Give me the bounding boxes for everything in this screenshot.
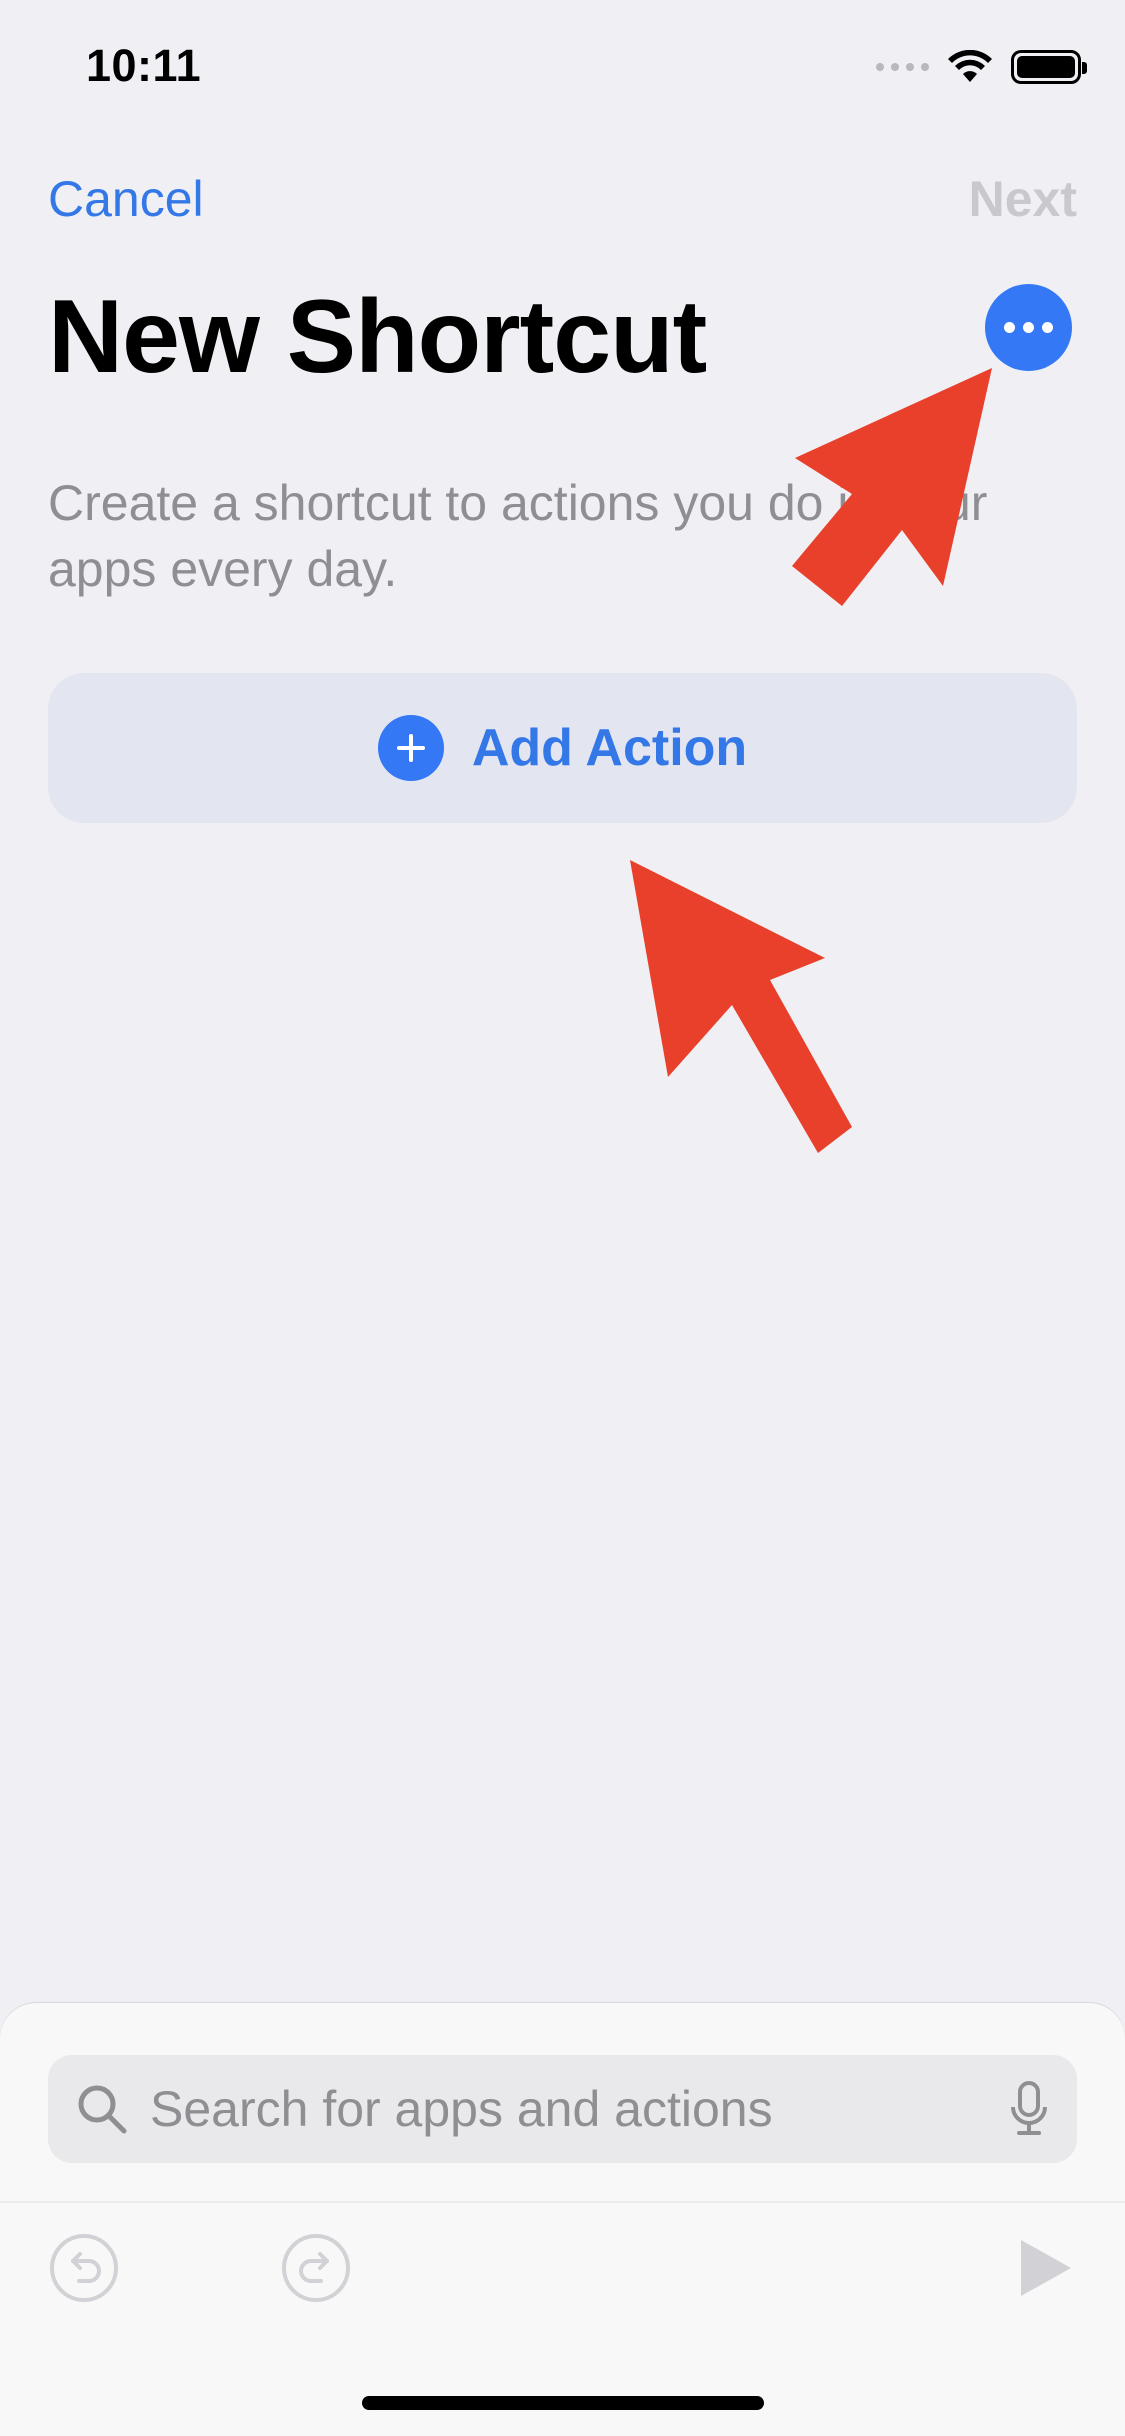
search-placeholder: Search for apps and actions: [150, 2081, 773, 2137]
next-button[interactable]: Next: [969, 170, 1077, 228]
plus-circle-icon: [377, 715, 444, 781]
add-action-button[interactable]: Add Action: [48, 673, 1077, 823]
battery-icon: [1011, 50, 1087, 84]
status-time: 10:11: [86, 40, 202, 91]
home-indicator: [362, 2396, 764, 2410]
cancel-button[interactable]: Cancel: [48, 170, 204, 228]
annotation-arrow-to-add-action: [630, 860, 852, 1153]
description-text: Create a shortcut to actions you do in y…: [48, 475, 988, 597]
toolbar-divider: [0, 2201, 1125, 2203]
search-input[interactable]: Search for apps and actions: [48, 2055, 1077, 2163]
microphone-icon[interactable]: [1009, 2081, 1049, 2137]
status-icons: [876, 50, 1087, 84]
add-action-label: Add Action: [471, 719, 748, 777]
redo-icon[interactable]: [278, 2230, 354, 2306]
magnifier-icon: [78, 2085, 127, 2134]
wifi-icon: [948, 50, 992, 82]
undo-icon[interactable]: [46, 2230, 122, 2306]
ellipsis-icon: [1004, 322, 1015, 333]
cellular-signal-icon: [876, 63, 929, 71]
page-title: New Shortcut: [48, 279, 707, 395]
play-icon[interactable]: [1015, 2230, 1075, 2306]
more-options-button[interactable]: [985, 284, 1072, 371]
